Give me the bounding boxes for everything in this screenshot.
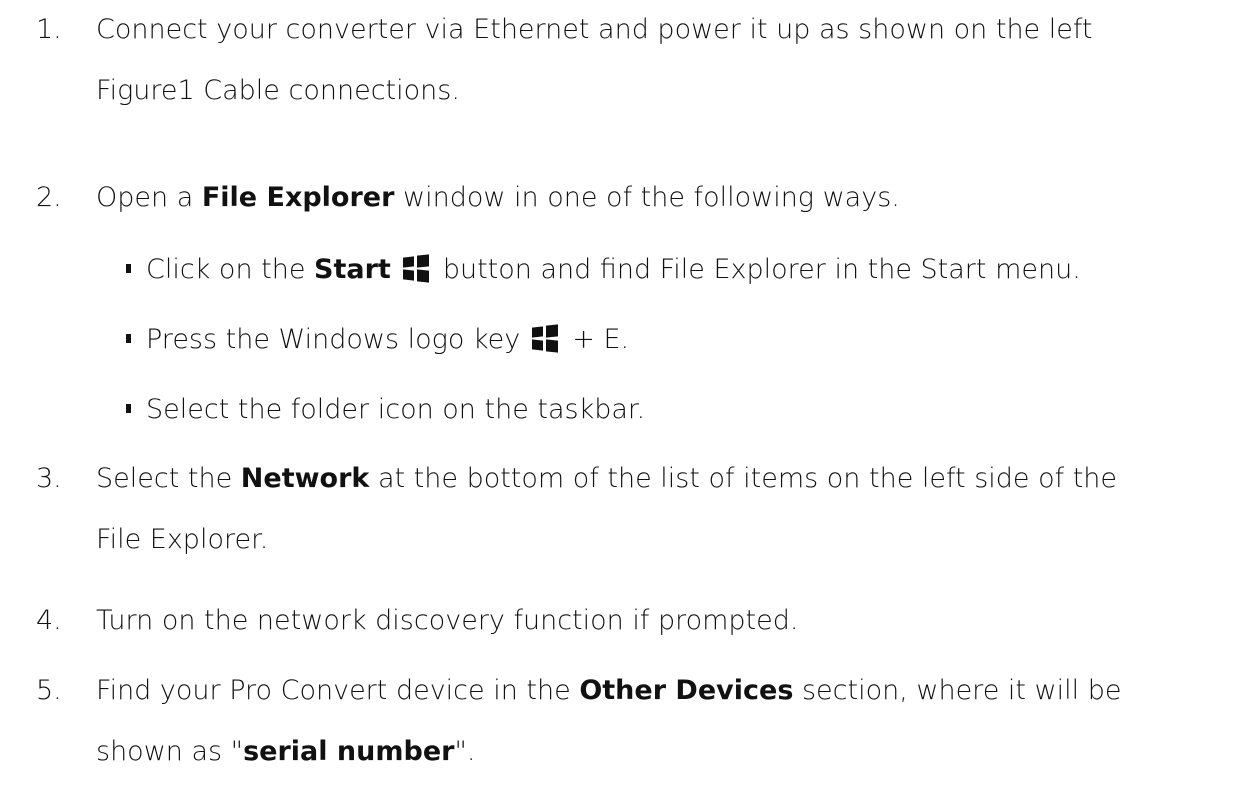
start-term: Start	[314, 254, 391, 285]
file-explorer-term: File Explorer	[201, 182, 395, 213]
other-devices-term: Other Devices	[579, 675, 794, 706]
step-number: 4.	[36, 605, 62, 636]
step-number: 2.	[36, 182, 62, 213]
instruction-page: 1. Connect your converter via Ethernet a…	[0, 0, 1243, 798]
windows-logo-icon	[532, 324, 559, 353]
step-number: 3.	[36, 463, 62, 494]
windows-logo-icon	[402, 254, 429, 283]
square-bullet-icon	[126, 404, 131, 413]
square-bullet-icon	[126, 264, 131, 273]
step-text-line: Figure1 Cable connections.	[96, 75, 460, 106]
step-text-line: Connect your converter via Ethernet and …	[96, 14, 1093, 45]
network-term: Network	[240, 463, 370, 494]
square-bullet-icon	[126, 334, 131, 343]
step-number: 1.	[36, 14, 62, 45]
serial-number-term: serial number	[243, 736, 455, 767]
step-number: 5.	[36, 675, 62, 706]
step-text-line: File Explorer.	[96, 524, 269, 555]
